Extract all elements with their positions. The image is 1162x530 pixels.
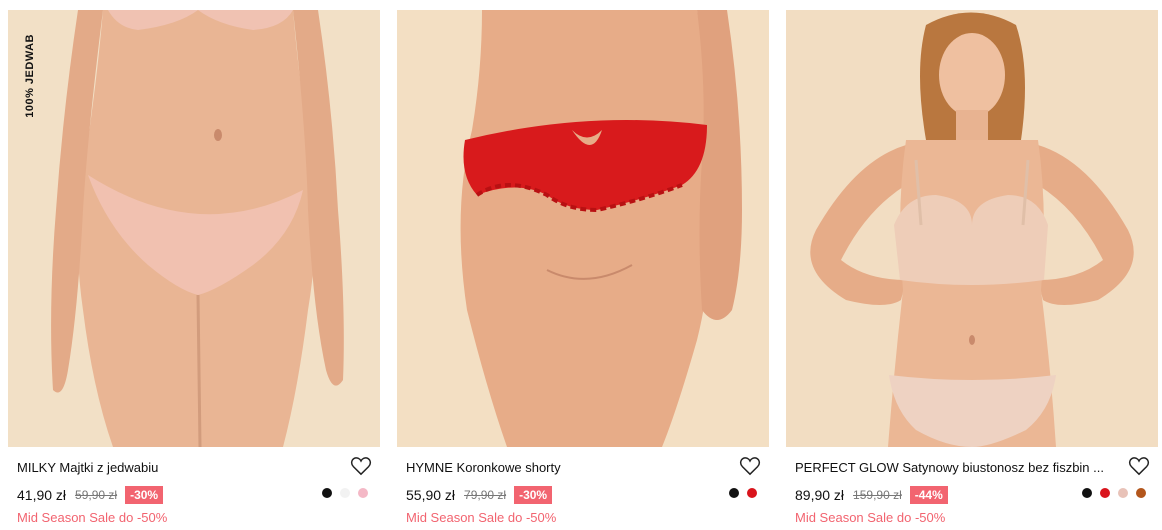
color-swatch-pink[interactable] <box>358 488 368 498</box>
discount-badge: -30% <box>125 486 164 504</box>
color-swatches <box>314 488 368 498</box>
color-swatches <box>721 488 757 498</box>
promo-text: Mid Season Sale do -50% <box>406 510 557 525</box>
price-row: 55,90 zł 79,90 zł -30% <box>406 484 553 506</box>
product-name[interactable]: HYMNE Koronkowe shorty <box>406 460 561 475</box>
promo-text: Mid Season Sale do -50% <box>795 510 946 525</box>
current-price: 89,90 zł <box>795 487 845 503</box>
product-image[interactable] <box>397 10 769 447</box>
old-price: 59,90 zł <box>75 488 118 502</box>
color-swatch-black[interactable] <box>1082 488 1092 498</box>
heart-outline-icon[interactable] <box>1128 456 1150 476</box>
promo-text: Mid Season Sale do -50% <box>17 510 168 525</box>
discount-badge: -44% <box>909 486 948 504</box>
discount-badge: -30% <box>514 486 553 504</box>
product-card[interactable]: HYMNE Koronkowe shorty 55,90 zł 79,90 zł… <box>397 10 769 530</box>
heart-outline-icon[interactable] <box>739 456 761 476</box>
current-price: 41,90 zł <box>17 487 67 503</box>
product-photo-hymne <box>397 10 769 447</box>
product-photo-milky <box>8 10 380 447</box>
product-image[interactable]: 100% JEDWAB <box>8 10 380 447</box>
product-image[interactable] <box>786 10 1158 447</box>
heart-outline-icon[interactable] <box>350 456 372 476</box>
current-price: 55,90 zł <box>406 487 456 503</box>
product-name[interactable]: PERFECT GLOW Satynowy biustonosz bez fis… <box>795 460 1104 475</box>
color-swatches <box>1074 488 1146 498</box>
color-swatch-brown[interactable] <box>1136 488 1146 498</box>
price-row: 89,90 zł 159,90 zł -44% <box>795 484 948 506</box>
old-price: 79,90 zł <box>464 488 507 502</box>
color-swatch-red[interactable] <box>747 488 757 498</box>
product-card[interactable]: 100% JEDWAB MILKY Majtki z jedwabiu 41,9… <box>8 10 380 530</box>
color-swatch-black[interactable] <box>729 488 739 498</box>
color-swatch-black[interactable] <box>322 488 332 498</box>
product-photo-perfect-glow <box>786 10 1158 447</box>
product-badge: 100% JEDWAB <box>24 34 36 118</box>
color-swatch-white[interactable] <box>340 488 350 498</box>
color-swatch-nude[interactable] <box>1118 488 1128 498</box>
product-name[interactable]: MILKY Majtki z jedwabiu <box>17 460 158 475</box>
price-row: 41,90 zł 59,90 zł -30% <box>17 484 164 506</box>
product-card[interactable]: PERFECT GLOW Satynowy biustonosz bez fis… <box>786 10 1158 530</box>
old-price: 159,90 zł <box>853 488 902 502</box>
color-swatch-red[interactable] <box>1100 488 1110 498</box>
